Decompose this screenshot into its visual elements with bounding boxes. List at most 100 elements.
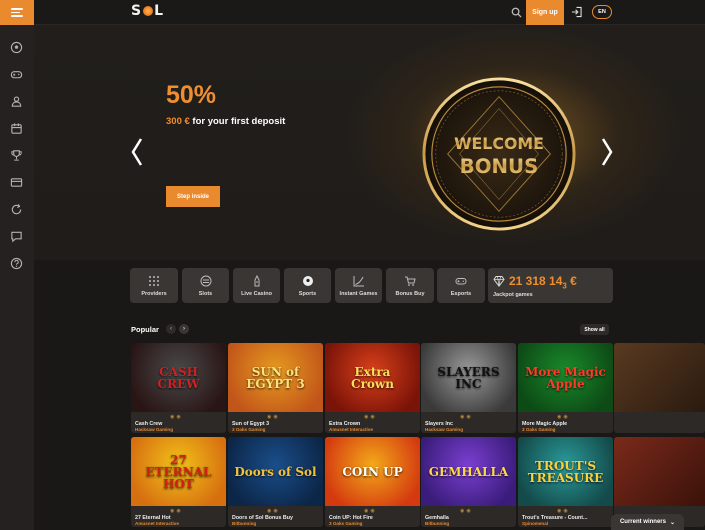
logo[interactable]: SL [131, 3, 164, 19]
calendar-icon[interactable] [10, 122, 23, 135]
chevron-left-icon[interactable]: ‹ [166, 324, 176, 334]
game-provider: Hacksaw Gaming [425, 427, 464, 432]
category-live-casino[interactable]: Live Casino [233, 268, 280, 303]
help-icon[interactable] [10, 257, 23, 270]
game-info-icons: ◉◉ [267, 508, 280, 514]
game-card[interactable]: GEMHALLA ◉◉ Gemhalla Bitbunning [421, 437, 516, 527]
signup-button[interactable]: Sign up [526, 0, 564, 25]
step-inside-button[interactable]: Step inside [166, 186, 220, 207]
game-thumbnail[interactable]: 27 ETERNAL HOT [131, 437, 226, 506]
game-card[interactable]: Extra Crown ◉◉ Extra Crown Amusnet Interact… [325, 343, 420, 433]
game-card[interactable]: CASH CREW ◉◉ Cash Crew Hacksaw Gaming [131, 343, 226, 433]
hamburger-menu-icon[interactable] [0, 0, 34, 25]
game-art-title: More Magic Apple [525, 364, 606, 391]
game-thumbnail[interactable] [614, 343, 705, 412]
game-meta: ◉◉ Coin UP: Hot Fire 3 Oaks Gaming [325, 506, 420, 527]
game-thumbnail[interactable]: TROUT'S TREASURE [518, 437, 613, 506]
soccer-ball-icon [302, 275, 313, 286]
game-thumbnail[interactable]: Doors of Sol [228, 437, 323, 506]
game-card[interactable]: Doors of Sol ◉◉ Doors of Sol Bonus Buy Bitb… [228, 437, 323, 527]
game-card[interactable]: 27 ETERNAL HOT ◉◉ 27 Eternal Hot Amusnet In… [131, 437, 226, 527]
chart-icon [353, 275, 364, 286]
game-meta: ◉◉ 27 Eternal Hot Amusnet Interactive [131, 506, 226, 527]
category-label: Sports [298, 290, 317, 297]
login-icon[interactable] [571, 6, 582, 18]
game-thumbnail[interactable]: COIN UP [325, 437, 420, 506]
game-thumbnail[interactable]: SLAYERS INC [421, 343, 516, 412]
game-info-icons: ◉◉ [557, 508, 570, 514]
category-slots[interactable]: Slots [182, 268, 229, 303]
game-meta: ◉◉ Slayers Inc Hacksaw Gaming [421, 412, 516, 433]
game-meta [614, 412, 705, 433]
game-provider: Bitbunning [232, 521, 257, 526]
dealer-icon [254, 274, 259, 286]
game-provider: 3 Oaks Gaming [329, 521, 363, 526]
gamepad-icon[interactable] [10, 68, 23, 81]
bonus-subtitle: 300 € for your first deposit [166, 116, 285, 127]
game-card[interactable]: SLAYERS INC ◉◉ Slayers Inc Hacksaw Gaming [421, 343, 516, 433]
game-art-title: SUN of EGYPT 3 [246, 364, 305, 391]
category-instant-games[interactable]: Instant Games [335, 268, 382, 303]
section-title-popular: Popular [131, 325, 159, 334]
game-card-peek[interactable] [614, 343, 705, 433]
game-art-title: SLAYERS INC [437, 364, 500, 391]
game-card[interactable]: TROUT'S TREASURE ◉◉ Trout's Treasure - Cou… [518, 437, 613, 527]
show-all-button[interactable]: Show all [580, 324, 609, 335]
game-info-icons: ◉◉ [557, 414, 570, 420]
game-thumbnail[interactable]: SUN of EGYPT 3 [228, 343, 323, 412]
game-thumbnail[interactable] [614, 437, 705, 506]
game-thumbnail[interactable]: CASH CREW [131, 343, 226, 412]
category-bonus-buy[interactable]: Bonus Buy [386, 268, 434, 303]
category-label: Providers [141, 290, 167, 297]
game-provider: 3 Oaks Gaming [522, 427, 556, 432]
chevron-right-icon[interactable] [601, 137, 613, 167]
bonus-subtitle-text: for your first deposit [189, 116, 286, 127]
game-meta: ◉◉ Cash Crew Hacksaw Gaming [131, 412, 226, 433]
game-art-title: COIN UP [342, 464, 403, 479]
game-thumbnail[interactable]: More Magic Apple [518, 343, 613, 412]
trophy-icon[interactable] [10, 149, 23, 162]
chevron-left-icon[interactable] [131, 137, 143, 167]
winners-label: Current winners [619, 519, 666, 525]
gamepad-icon [455, 277, 467, 284]
game-thumbnail[interactable]: Extra Crown [325, 343, 420, 412]
category-label: Instant Games [339, 290, 378, 297]
game-art-title: CASH CREW [157, 364, 200, 391]
game-thumbnail[interactable]: GEMHALLA [421, 437, 516, 506]
game-info-icons: ◉◉ [267, 414, 280, 420]
game-art-title: 27 ETERNAL HOT [145, 452, 212, 491]
soccer-ball-icon[interactable] [10, 41, 23, 54]
game-card[interactable]: More Magic Apple ◉◉ More Magic Apple 3 Oaks… [518, 343, 613, 433]
category-providers[interactable]: Providers [130, 268, 178, 303]
grid-icon [149, 275, 159, 286]
game-provider: Amusnet Interactive [329, 427, 373, 432]
game-provider: 3 Oaks Gaming [232, 427, 266, 432]
refresh-bonus-icon[interactable] [10, 203, 23, 216]
dealer-icon[interactable] [10, 95, 23, 108]
chevron-down-icon: ⌄ [669, 519, 676, 526]
game-card[interactable]: COIN UP ◉◉ Coin UP: Hot Fire 3 Oaks Gaming [325, 437, 420, 527]
top-bar: SL Sign up EN [0, 0, 705, 25]
jackpot-games-tile[interactable]: 21 318 143 € Jackpot games [488, 268, 613, 303]
search-icon[interactable] [511, 7, 522, 18]
category-sports[interactable]: Sports [284, 268, 331, 303]
badge-line1: WELCOME [454, 134, 544, 153]
jackpot-value: 21 318 143 € [509, 274, 577, 291]
game-card[interactable]: SUN of EGYPT 3 ◉◉ Sun of Egypt 33 Oaks Gam… [228, 343, 323, 433]
game-provider: Hacksaw Gaming [135, 427, 174, 432]
game-info-icons: ◉◉ [170, 508, 183, 514]
game-meta: ◉◉ Extra Crown Amusnet Interactive [325, 412, 420, 433]
game-info-icons: ◉◉ [170, 414, 183, 420]
language-selector[interactable]: EN [592, 5, 612, 19]
game-provider: Amusnet Interactive [135, 521, 179, 526]
game-meta: ◉◉ Trout's Treasure - Count... Spinomenal [518, 506, 613, 527]
card-icon[interactable] [10, 176, 23, 189]
category-esports[interactable]: Esports [437, 268, 485, 303]
hero-banner: 50% 300 € for your first deposit Step in… [34, 25, 705, 260]
chat-icon[interactable] [10, 230, 23, 243]
bonus-amount: 300 € [166, 116, 190, 127]
current-winners-tab[interactable]: Current winners ⌄ [611, 514, 684, 530]
chevron-right-icon[interactable]: › [179, 324, 189, 334]
game-meta: ◉◉ Sun of Egypt 33 Oaks Gaming [228, 412, 323, 433]
game-art-title: GEMHALLA [428, 464, 509, 479]
